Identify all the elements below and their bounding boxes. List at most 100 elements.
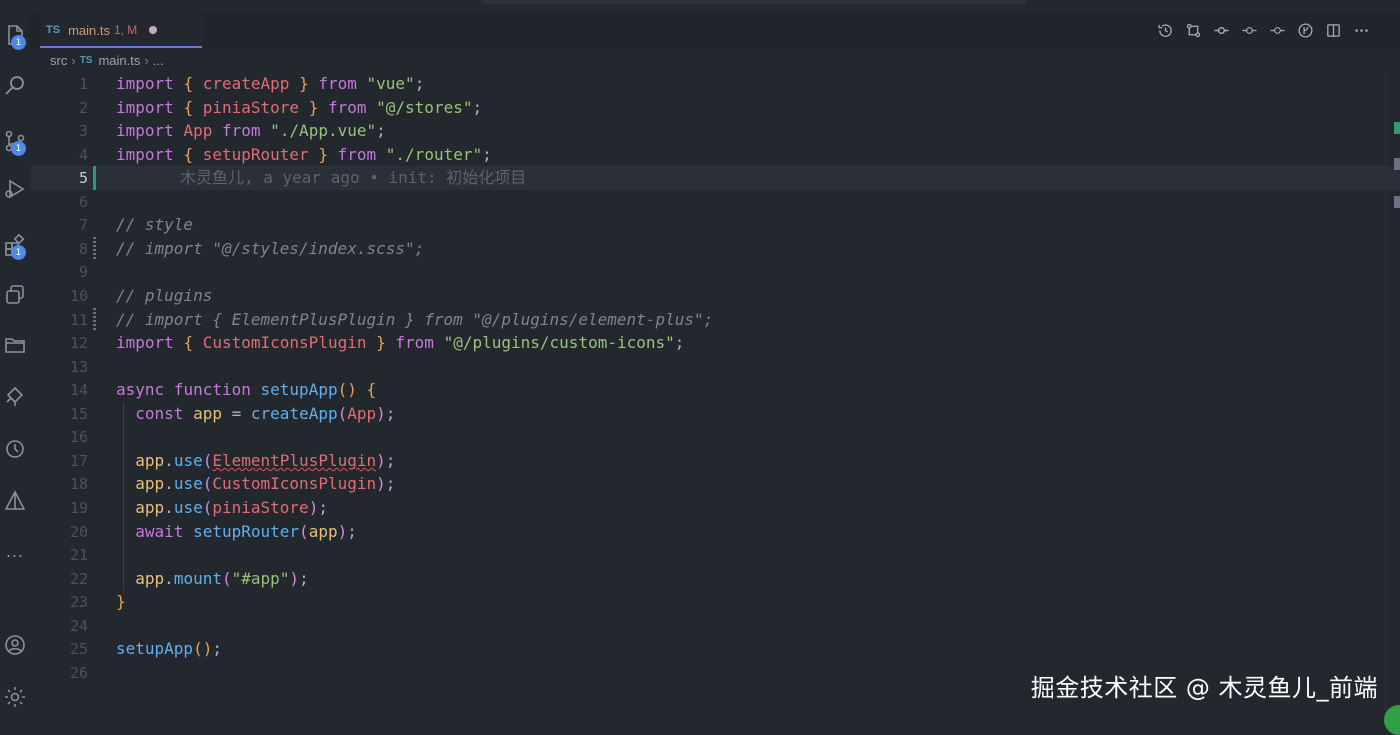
line-number: 5 bbox=[78, 169, 88, 187]
code-line[interactable]: 2 import { piniaStore } from "@/stores"; bbox=[30, 96, 1400, 120]
git-blame-annotation: 木灵鱼儿, a year ago • init: 初始化项目 bbox=[180, 168, 527, 187]
line-number: 17 bbox=[69, 452, 88, 470]
code-line[interactable]: 4 import { setupRouter } from "./router"; bbox=[30, 143, 1400, 167]
line-number: 7 bbox=[78, 216, 88, 234]
title-strip bbox=[30, 0, 1400, 12]
code-line[interactable]: 22 app.mount("#app"); bbox=[30, 567, 1400, 591]
code-line[interactable]: 17 app.use(ElementPlusPlugin); bbox=[30, 449, 1400, 473]
code-line[interactable]: 7// style bbox=[30, 213, 1400, 237]
typescript-icon: TS bbox=[79, 54, 93, 66]
explorer-icon[interactable]: 1 bbox=[0, 18, 30, 52]
previous-commit-icon[interactable] bbox=[1241, 22, 1258, 39]
line-number: 4 bbox=[78, 146, 88, 164]
tab-status: 1, M bbox=[113, 23, 138, 37]
line-number: 22 bbox=[69, 570, 88, 588]
command-center[interactable] bbox=[482, 0, 1027, 4]
code-line[interactable]: 9 bbox=[30, 260, 1400, 284]
git-commit-icon[interactable] bbox=[1213, 22, 1230, 39]
code-line[interactable]: 21 bbox=[30, 543, 1400, 567]
more-actions-icon[interactable] bbox=[1353, 22, 1370, 39]
tab-label: main.ts bbox=[68, 22, 110, 38]
line-number: 1 bbox=[78, 75, 88, 93]
code-line[interactable]: 23} bbox=[30, 590, 1400, 614]
more-icon[interactable]: ... bbox=[0, 534, 30, 568]
explorer-badge: 1 bbox=[11, 35, 26, 50]
line-number: 25 bbox=[69, 640, 88, 658]
line-number: 20 bbox=[69, 523, 88, 541]
extensions-icon[interactable]: 1 bbox=[0, 228, 30, 262]
folder-icon[interactable] bbox=[0, 328, 30, 362]
line-number: 2 bbox=[78, 99, 88, 117]
line-number: 11 bbox=[69, 311, 88, 329]
settings-gear-icon[interactable] bbox=[0, 680, 30, 714]
code-line[interactable]: 14 async function setupApp() { bbox=[30, 378, 1400, 402]
run-debug-icon[interactable] bbox=[0, 172, 30, 206]
split-editor-icon[interactable] bbox=[1325, 22, 1342, 39]
code-line[interactable]: 24 bbox=[30, 614, 1400, 638]
line-number: 16 bbox=[69, 428, 88, 446]
line-number: 21 bbox=[69, 546, 88, 564]
line-number: 9 bbox=[78, 263, 88, 281]
gitlens-icon[interactable] bbox=[1297, 22, 1314, 39]
code-line[interactable]: 6 bbox=[30, 190, 1400, 214]
code-line[interactable]: 18 app.use(CustomIconsPlugin); bbox=[30, 472, 1400, 496]
chevron-right-icon: › bbox=[71, 52, 76, 68]
search-icon[interactable] bbox=[0, 68, 30, 102]
breadcrumb-symbol[interactable]: ... bbox=[153, 53, 164, 68]
source-control-icon[interactable]: 1 bbox=[0, 124, 30, 158]
overview-ruler[interactable] bbox=[1385, 72, 1400, 721]
unsaved-dot-icon[interactable] bbox=[149, 26, 158, 34]
line-number: 14 bbox=[69, 381, 88, 399]
tab-main-ts[interactable]: TS main.ts 1, M bbox=[40, 12, 202, 48]
code-line[interactable]: 11// import { ElementPlusPlugin } from "… bbox=[30, 308, 1400, 332]
timeline-icon[interactable] bbox=[0, 432, 30, 466]
code-line[interactable]: 10// plugins bbox=[30, 284, 1400, 308]
line-number: 13 bbox=[69, 358, 88, 376]
remote-explorer-icon[interactable] bbox=[0, 278, 30, 312]
line-number: 6 bbox=[78, 193, 88, 211]
code-line[interactable]: 13 bbox=[30, 355, 1400, 379]
tree-icon[interactable] bbox=[0, 380, 30, 414]
ruler-added-marker bbox=[1394, 122, 1400, 134]
history-icon[interactable] bbox=[1157, 22, 1174, 39]
breadcrumb-file[interactable]: main.ts bbox=[98, 53, 140, 68]
deploy-icon[interactable] bbox=[0, 484, 30, 518]
watermark: 掘金技术社区 @ 木灵鱼儿_前端 bbox=[1030, 674, 1378, 702]
line-number: 23 bbox=[69, 593, 88, 611]
code-line[interactable]: 16 bbox=[30, 425, 1400, 449]
line-number: 26 bbox=[69, 664, 88, 682]
activity-bar: 1 1 1 ... bbox=[0, 0, 30, 721]
code-line[interactable]: 12 import { CustomIconsPlugin } from "@/p… bbox=[30, 331, 1400, 355]
git-modified-marker bbox=[93, 237, 96, 261]
breadcrumb: src › TS main.ts › ... bbox=[30, 48, 1400, 72]
next-commit-icon[interactable] bbox=[1269, 22, 1286, 39]
line-number: 19 bbox=[69, 499, 88, 517]
compare-changes-icon[interactable] bbox=[1185, 22, 1202, 39]
git-added-marker bbox=[93, 166, 96, 190]
current-line[interactable]: 5 木灵鱼儿, a year ago • init: 初始化项目 bbox=[30, 166, 1400, 190]
line-number: 24 bbox=[69, 617, 88, 635]
code-line[interactable]: 25 setupApp(); bbox=[30, 637, 1400, 661]
line-number: 15 bbox=[69, 405, 88, 423]
editor-actions bbox=[1157, 22, 1370, 39]
line-number: 8 bbox=[78, 240, 88, 258]
line-number: 12 bbox=[69, 334, 88, 352]
code-line[interactable]: 19 app.use(piniaStore); bbox=[30, 496, 1400, 520]
extensions-badge: 1 bbox=[11, 245, 26, 260]
code-line[interactable]: 20 await setupRouter(app); bbox=[30, 520, 1400, 544]
code-line[interactable]: 3 import App from "./App.vue"; bbox=[30, 119, 1400, 143]
tab-bar: TS main.ts 1, M bbox=[30, 12, 1400, 48]
typescript-icon: TS bbox=[46, 24, 61, 36]
line-number: 18 bbox=[69, 475, 88, 493]
git-modified-marker bbox=[93, 308, 96, 332]
code-line[interactable]: 1 import { createApp } from "vue"; bbox=[30, 72, 1400, 96]
code-line[interactable]: 15 const app = createApp(App); bbox=[30, 402, 1400, 426]
account-icon[interactable] bbox=[0, 628, 30, 662]
ruler-modified-marker bbox=[1394, 158, 1400, 170]
chevron-right-icon: › bbox=[144, 52, 149, 68]
breadcrumb-folder[interactable]: src bbox=[50, 53, 67, 68]
scm-badge: 1 bbox=[11, 141, 26, 156]
code-line[interactable]: 8// import "@/styles/index.scss"; bbox=[30, 237, 1400, 261]
code-editor[interactable]: 1 import { createApp } from "vue"; 2 impor… bbox=[30, 72, 1400, 721]
ruler-modified-marker bbox=[1394, 196, 1400, 208]
